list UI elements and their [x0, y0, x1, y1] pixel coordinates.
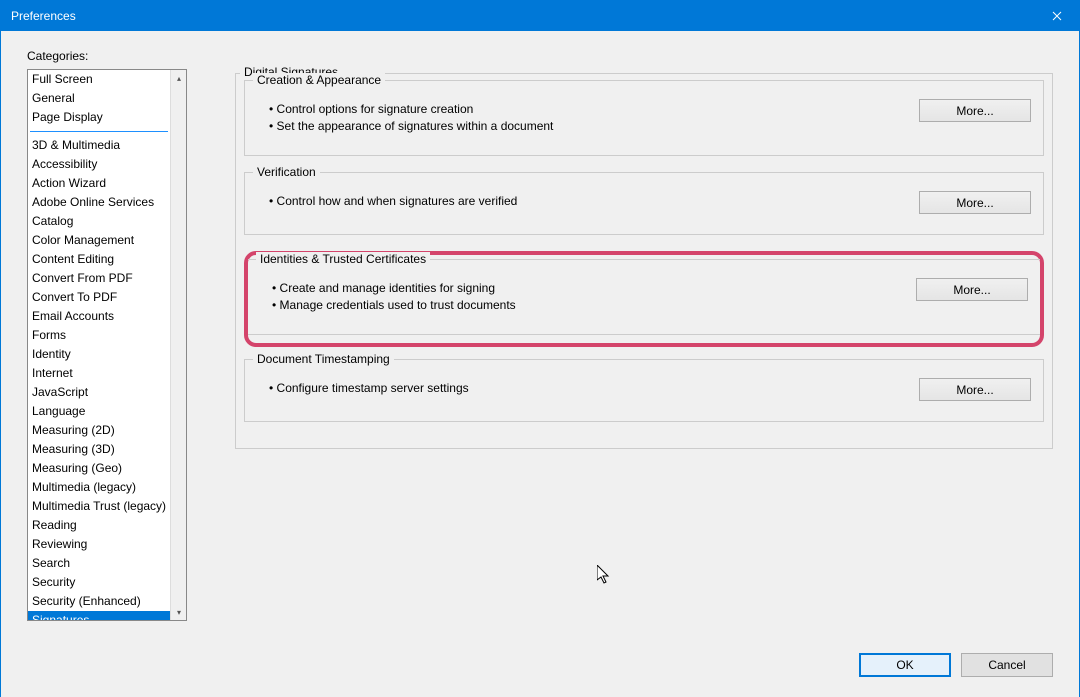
close-icon [1052, 11, 1062, 21]
close-button[interactable] [1034, 1, 1079, 31]
category-item[interactable]: Security (Enhanced) [28, 592, 170, 611]
cancel-button[interactable]: Cancel [961, 653, 1053, 677]
category-item[interactable]: Email Accounts [28, 307, 170, 326]
bullet-text: Configure timestamp server settings [269, 380, 469, 397]
dialog-body: Categories: Full ScreenGeneralPage Displ… [1, 31, 1079, 697]
categories-listbox[interactable]: Full ScreenGeneralPage Display 3D & Multi… [27, 69, 187, 621]
category-item[interactable]: JavaScript [28, 383, 170, 402]
section-description: Control how and when signatures are veri… [269, 193, 517, 210]
category-item[interactable]: Measuring (3D) [28, 440, 170, 459]
bullet-text: Control how and when signatures are veri… [269, 193, 517, 210]
category-item[interactable]: Security [28, 573, 170, 592]
category-item[interactable]: Signatures [28, 611, 170, 620]
more-button[interactable]: More... [919, 99, 1031, 122]
window-title: Preferences [11, 9, 76, 23]
category-item[interactable]: General [28, 89, 170, 108]
category-item[interactable]: Internet [28, 364, 170, 383]
category-item[interactable]: Accessibility [28, 155, 170, 174]
section-title: Document Timestamping [253, 352, 394, 366]
more-button[interactable]: More... [916, 278, 1028, 301]
bullet-text: Control options for signature creation [269, 101, 553, 118]
section-title: Creation & Appearance [253, 73, 385, 87]
more-button[interactable]: More... [919, 378, 1031, 401]
category-item[interactable]: 3D & Multimedia [28, 136, 170, 155]
category-item[interactable]: Language [28, 402, 170, 421]
category-item[interactable]: Identity [28, 345, 170, 364]
category-item[interactable]: Color Management [28, 231, 170, 250]
scroll-down-icon[interactable]: ▾ [171, 604, 187, 620]
settings-section: Document TimestampingConfigure timestamp… [244, 359, 1044, 422]
section-description: Create and manage identities for signing… [272, 280, 516, 314]
category-item[interactable]: Multimedia Trust (legacy) [28, 497, 170, 516]
category-item[interactable]: Action Wizard [28, 174, 170, 193]
section-description: Control options for signature creationSe… [269, 101, 553, 135]
category-item[interactable]: Catalog [28, 212, 170, 231]
category-item[interactable]: Forms [28, 326, 170, 345]
category-item[interactable]: Content Editing [28, 250, 170, 269]
category-item[interactable]: Convert From PDF [28, 269, 170, 288]
categories-label: Categories: [27, 49, 1053, 63]
list-separator [30, 131, 168, 132]
settings-section: Identities & Trusted CertificatesCreate … [248, 259, 1040, 335]
settings-section: Creation & AppearanceControl options for… [244, 80, 1044, 156]
category-item[interactable]: Multimedia (legacy) [28, 478, 170, 497]
category-item[interactable]: Search [28, 554, 170, 573]
highlighted-section: Identities & Trusted Certificates Create … [244, 251, 1044, 347]
digital-signatures-group: Digital Signatures Creation & Appearance… [235, 73, 1053, 449]
section-title: Identities & Trusted Certificates [256, 252, 430, 266]
section-description: Configure timestamp server settings [269, 380, 469, 397]
category-item[interactable]: Reading [28, 516, 170, 535]
scrollbar[interactable]: ▴ ▾ [170, 70, 186, 620]
bullet-text: Create and manage identities for signing [272, 280, 516, 297]
category-item[interactable]: Measuring (Geo) [28, 459, 170, 478]
category-item[interactable]: Adobe Online Services [28, 193, 170, 212]
bullet-text: Set the appearance of signatures within … [269, 118, 553, 135]
bullet-text: Manage credentials used to trust documen… [272, 297, 516, 314]
main-panel: Digital Signatures Creation & Appearance… [235, 69, 1053, 621]
titlebar: Preferences [1, 1, 1079, 31]
dialog-footer: OK Cancel [859, 653, 1053, 677]
category-item[interactable]: Measuring (2D) [28, 421, 170, 440]
scroll-up-icon[interactable]: ▴ [171, 70, 187, 86]
more-button[interactable]: More... [919, 191, 1031, 214]
category-item[interactable]: Convert To PDF [28, 288, 170, 307]
section-title: Verification [253, 165, 320, 179]
settings-section: VerificationControl how and when signatu… [244, 172, 1044, 235]
category-item[interactable]: Full Screen [28, 70, 170, 89]
category-item[interactable]: Reviewing [28, 535, 170, 554]
category-item[interactable]: Page Display [28, 108, 170, 127]
ok-button[interactable]: OK [859, 653, 951, 677]
